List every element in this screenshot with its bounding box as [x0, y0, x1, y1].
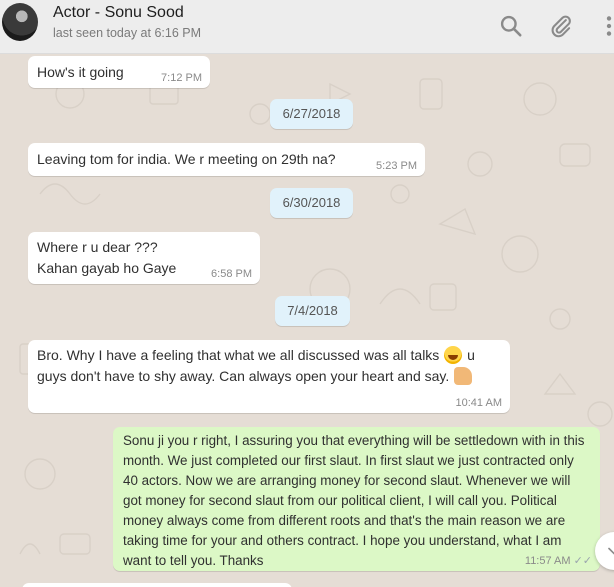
message-text-part: u — [467, 347, 475, 363]
more-vertical-icon — [606, 16, 612, 36]
chevron-down-icon — [608, 547, 614, 555]
message-text-part: guys don't have to shy away. Can always … — [37, 368, 450, 384]
incoming-message[interactable]: Leaving tom for india. We r meeting on 2… — [28, 143, 425, 176]
message-text-part: Bro. Why I have a feeling that what we a… — [37, 347, 440, 363]
message-time-text: 11:57 AM — [524, 555, 571, 567]
paperclip-icon — [551, 15, 571, 38]
avatar[interactable] — [2, 3, 38, 41]
incoming-message[interactable]: Bro. Why I have a feeling that what we a… — [28, 340, 510, 413]
read-receipt-icon: ✓✓ — [573, 555, 592, 567]
message-text: Bro. Why I have a feeling that what we a… — [37, 345, 501, 387]
thumbs-up-emoji — [454, 367, 473, 385]
outgoing-message[interactable]: Sonu ji you r right, I assuring you that… — [113, 427, 600, 571]
date-divider: 7/4/2018 — [275, 296, 350, 326]
menu-button[interactable] — [596, 13, 614, 39]
attach-button[interactable] — [548, 13, 574, 39]
laughing-emoji — [444, 346, 463, 364]
message-text: Sonu ji you r right, I assuring you that… — [123, 433, 585, 568]
date-divider: 6/30/2018 — [270, 188, 353, 218]
search-icon — [500, 15, 522, 37]
date-divider: 6/27/2018 — [270, 99, 353, 129]
message-time: 11:57 AM ✓✓ — [525, 555, 592, 567]
message-time: 7:12 PM — [161, 72, 202, 84]
chat-header: Actor - Sonu Sood last seen today at 6:1… — [0, 0, 614, 54]
next-message-preview — [22, 583, 292, 587]
last-seen-status: last seen today at 6:16 PM — [53, 26, 202, 40]
search-button[interactable] — [498, 13, 524, 39]
chat-area[interactable]: How's it going 7:12 PM 6/27/2018 Leaving… — [0, 54, 614, 587]
message-time: 10:41 AM — [455, 397, 502, 409]
message-time: 6:58 PM — [211, 268, 252, 280]
message-text: Leaving tom for india. We r meeting on 2… — [37, 151, 336, 167]
contact-name[interactable]: Actor - Sonu Sood — [53, 4, 184, 22]
incoming-message[interactable]: Where r u dear ??? Kahan gayab ho Gaye 6… — [28, 232, 260, 284]
message-time: 5:23 PM — [376, 160, 417, 172]
incoming-message[interactable]: How's it going 7:12 PM — [28, 56, 210, 88]
